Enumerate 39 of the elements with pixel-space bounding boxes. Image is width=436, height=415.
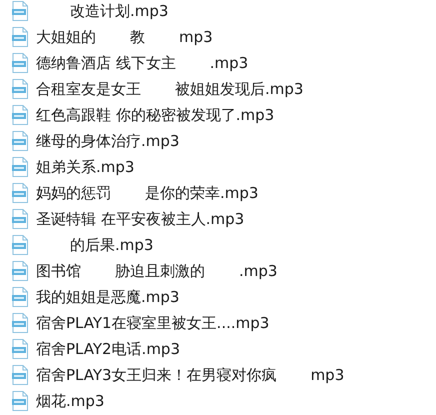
audio-file-icon xyxy=(12,209,28,229)
audio-file-icon xyxy=(12,105,28,125)
audio-file-icon xyxy=(12,79,28,99)
file-name[interactable]: 大姐姐的 xyxy=(36,28,96,46)
file-name[interactable]: 宿舍PLAY2电话.mp3 xyxy=(36,340,180,358)
file-name[interactable]: 被姐姐发现后.mp3 xyxy=(175,80,304,98)
file-name[interactable]: 是你的荣幸.mp3 xyxy=(145,184,258,202)
audio-file-icon xyxy=(12,391,28,411)
audio-file-icon xyxy=(12,53,28,73)
audio-file-icon xyxy=(12,313,28,333)
file-name[interactable]: 改造计划.mp3 xyxy=(70,2,168,20)
file-name[interactable]: 圣诞特辑 在平安夜被主人.mp3 xyxy=(36,210,244,228)
file-name[interactable]: 继母的身体治疗.mp3 xyxy=(36,132,180,150)
file-name[interactable]: 妈妈的惩罚 xyxy=(36,184,111,202)
audio-file-icon xyxy=(12,261,28,281)
file-name[interactable]: 德纳鲁酒店 线下女主 xyxy=(36,54,176,72)
file-name[interactable]: 合租室友是女王 xyxy=(36,80,141,98)
audio-file-icon xyxy=(12,183,28,203)
audio-file-icon xyxy=(12,365,28,385)
audio-file-icon xyxy=(12,27,28,47)
file-name[interactable]: 胁迫且刺激的 xyxy=(115,262,205,280)
file-name[interactable]: .mp3 xyxy=(210,54,248,72)
audio-file-icon xyxy=(12,131,28,151)
file-name[interactable]: 图书馆 xyxy=(36,262,81,280)
file-name[interactable]: mp3 xyxy=(179,28,213,46)
file-name[interactable]: .mp3 xyxy=(239,262,278,280)
file-name[interactable]: 教 xyxy=(130,28,145,46)
file-name[interactable]: mp3 xyxy=(310,366,344,384)
file-name[interactable]: 烟花.mp3 xyxy=(36,392,104,410)
file-name[interactable]: 的后果.mp3 xyxy=(70,236,154,254)
audio-file-icon xyxy=(12,235,28,255)
audio-file-icon xyxy=(12,157,28,177)
file-name[interactable]: 我的姐姐是恶魔.mp3 xyxy=(36,288,180,306)
file-name[interactable]: 红色高跟鞋 你的秘密被发现了.mp3 xyxy=(36,106,274,124)
audio-file-icon xyxy=(12,287,28,307)
file-name[interactable]: 宿舍PLAY1在寝室里被女王....mp3 xyxy=(36,314,270,332)
file-name[interactable]: 宿舍PLAY3女王归来！在男寝对你疯 xyxy=(36,366,277,384)
audio-file-icon xyxy=(12,339,28,359)
file-name[interactable]: 姐弟关系.mp3 xyxy=(36,158,134,176)
